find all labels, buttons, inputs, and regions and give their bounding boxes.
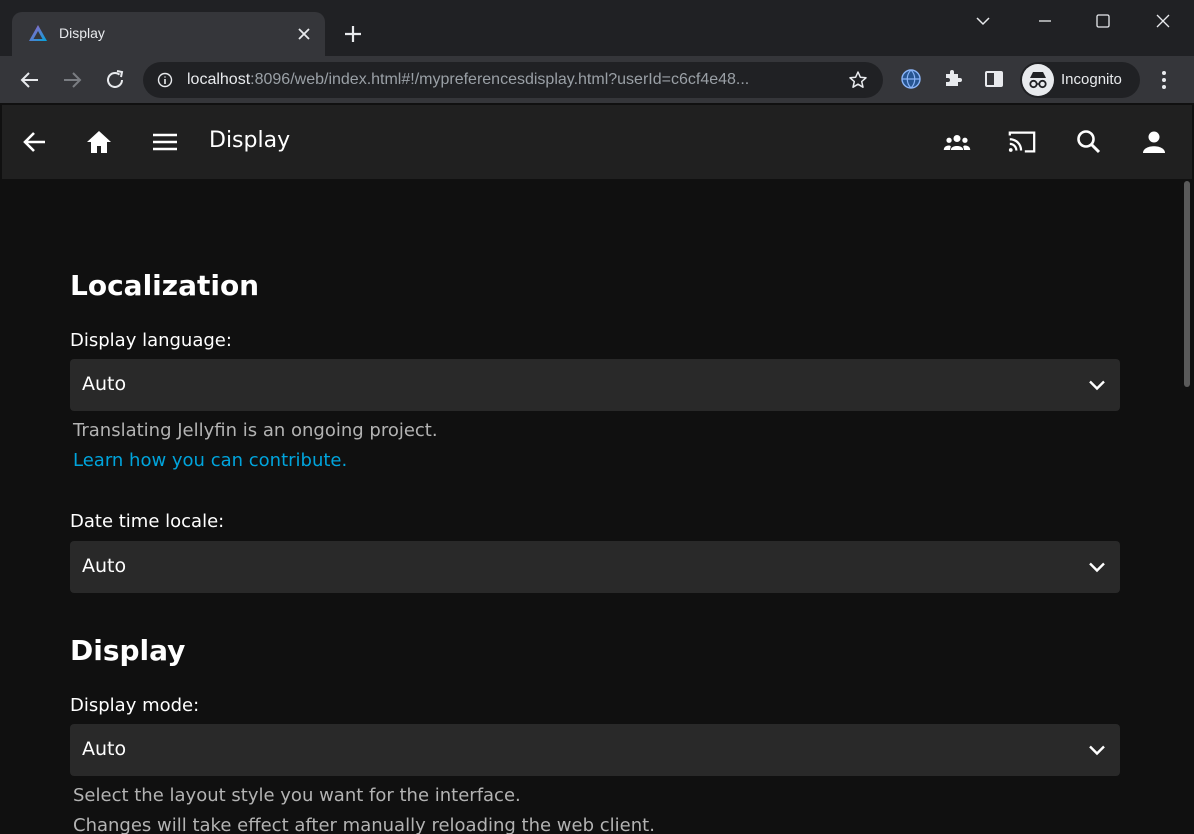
incognito-label: Incognito <box>1061 71 1122 88</box>
cast-icon[interactable] <box>1007 127 1037 157</box>
extensions-puzzle-icon[interactable] <box>942 68 964 90</box>
address-bar[interactable]: localhost:8096/web/index.html#!/myprefer… <box>143 62 883 98</box>
display-mode-label: Display mode: <box>70 695 200 716</box>
display-language-help: Translating Jellyfin is an ongoing proje… <box>73 420 438 441</box>
close-window-icon[interactable] <box>1148 8 1178 34</box>
browser-tab-title: Display <box>59 25 105 41</box>
incognito-profile-button[interactable]: Incognito <box>1020 62 1140 98</box>
chevron-down-icon <box>1089 562 1105 573</box>
reload-icon[interactable] <box>103 68 127 92</box>
browser-toolbar: localhost:8096/web/index.html#!/myprefer… <box>0 56 1194 104</box>
page-title: Display <box>209 128 291 153</box>
browser-menu-icon[interactable] <box>1152 68 1176 92</box>
minimize-icon[interactable] <box>1030 8 1060 34</box>
app-header: Display <box>2 105 1192 179</box>
back-arrow-icon[interactable] <box>18 68 42 92</box>
chevron-down-icon <box>1089 380 1105 391</box>
display-mode-help-2: Changes will take effect after manually … <box>73 815 655 834</box>
scrollbar-thumb[interactable] <box>1184 181 1190 387</box>
translate-globe-icon[interactable] <box>900 68 922 90</box>
bookmark-star-icon[interactable] <box>848 70 868 90</box>
tab-search-chevron-icon[interactable] <box>968 8 998 34</box>
display-mode-value: Auto <box>82 738 127 760</box>
date-time-locale-value: Auto <box>82 555 127 577</box>
display-section-title: Display <box>70 634 186 667</box>
date-time-locale-label: Date time locale: <box>70 511 225 532</box>
contribute-link[interactable]: Learn how you can contribute. <box>73 450 347 471</box>
display-language-value: Auto <box>82 373 127 395</box>
maximize-icon[interactable] <box>1088 8 1118 34</box>
browser-tab[interactable]: Display <box>12 12 325 56</box>
forward-arrow-icon[interactable] <box>60 68 84 92</box>
date-time-locale-select[interactable]: Auto <box>70 541 1120 593</box>
url-host: localhost <box>187 71 251 88</box>
close-tab-icon[interactable] <box>294 24 314 44</box>
search-icon[interactable] <box>1074 127 1104 157</box>
app-viewport: Display Localization Display language: A… <box>2 105 1192 834</box>
site-info-icon[interactable] <box>157 72 173 88</box>
side-panel-icon[interactable] <box>983 68 1005 90</box>
user-avatar-icon[interactable] <box>1139 127 1169 157</box>
page-scrollbar[interactable] <box>1182 179 1192 834</box>
url-path: :8096/web/index.html#!/mypreferencesdisp… <box>250 71 750 88</box>
display-language-select[interactable]: Auto <box>70 359 1120 411</box>
chevron-down-icon <box>1089 745 1105 756</box>
display-mode-help-1: Select the layout style you want for the… <box>73 785 521 806</box>
display-mode-select[interactable]: Auto <box>70 724 1120 776</box>
localization-section-title: Localization <box>70 269 260 302</box>
menu-hamburger-icon[interactable] <box>150 127 180 157</box>
jellyfin-favicon-icon <box>29 25 47 41</box>
back-arrow-icon[interactable] <box>20 127 50 157</box>
browser-tab-strip: Display <box>0 0 1194 56</box>
incognito-icon <box>1022 64 1054 96</box>
display-language-label: Display language: <box>70 330 232 351</box>
new-tab-button[interactable] <box>341 22 365 46</box>
syncplay-group-icon[interactable] <box>942 127 972 157</box>
home-icon[interactable] <box>84 127 114 157</box>
url-text[interactable]: localhost:8096/web/index.html#!/myprefer… <box>187 71 832 89</box>
